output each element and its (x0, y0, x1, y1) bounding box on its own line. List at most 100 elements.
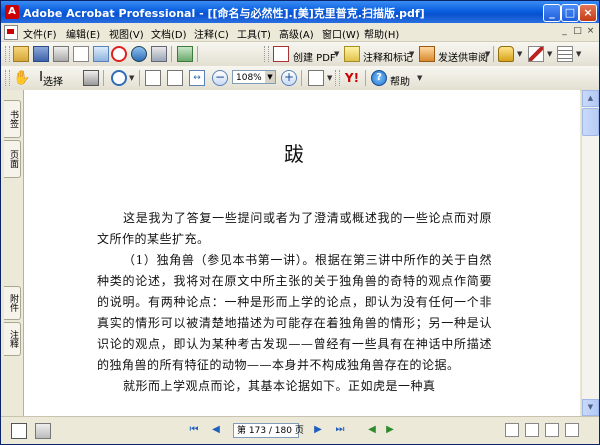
snapshot-camera-icon[interactable] (83, 70, 99, 86)
send-review-dropdown-icon[interactable]: ▼ (485, 50, 490, 58)
zoom-level-value: 108% (236, 73, 262, 83)
page-number-field[interactable]: 第 173 / 180 页 (233, 423, 304, 438)
comment-markup-dropdown-icon[interactable]: ▼ (409, 50, 414, 58)
fit-width-icon[interactable]: ↔ (189, 70, 205, 86)
paragraph-1: 这是我为了答复一些提问或者为了澄清或概述我的一些论点而对原文所作的某些扩充。 (97, 211, 492, 246)
zoom-level-field[interactable]: 108% ▼ (232, 70, 276, 84)
toolbar-grip[interactable] (335, 70, 340, 86)
file-toolbar: 创建 PDF ▼ 注释和标记 ▼ 发送供审阅 ▼ ▼ ▼ ▼ (1, 42, 599, 67)
save-icon[interactable] (33, 46, 49, 62)
print-icon[interactable] (53, 46, 69, 62)
pdf-page[interactable]: 跋 这是我为了答复一些提问或者为了澄清或概述我的一些论点而对原文所作的某些扩充。… (24, 90, 580, 416)
comment-markup-icon[interactable] (344, 46, 360, 62)
open-folder-icon[interactable] (13, 46, 29, 62)
zoom-in-icon[interactable]: + (281, 70, 297, 86)
scroll-thumb[interactable] (582, 108, 599, 136)
document-viewport[interactable]: 跋 这是我为了答复一些提问或者为了澄清或概述我的一些论点而对原文所作的某些扩充。… (24, 90, 580, 416)
rotate-view-icon[interactable] (308, 70, 324, 86)
secure-lock-icon[interactable] (498, 46, 514, 62)
email-icon[interactable] (73, 46, 89, 62)
doc-minimize-button[interactable]: _ (559, 26, 570, 37)
tab-attachments[interactable]: 附件 (4, 286, 21, 320)
document-icon[interactable] (4, 25, 18, 40)
tab-bookmarks[interactable]: 书签 (4, 100, 21, 138)
page-layout-icon[interactable] (35, 423, 51, 439)
facing-layout-button[interactable] (545, 423, 559, 437)
acrobat-app-icon[interactable]: A (5, 5, 19, 19)
task-icon[interactable] (177, 46, 193, 62)
menu-file[interactable]: 文件(F) (23, 26, 57, 41)
navigation-toolbar: ✋ I 选择 ▼ ↔ − 108% ▼ + ▼ Y! ? 帮助 ▼ (1, 66, 599, 91)
paragraph-3: 就形而上学观点而论，其基本论据如下。正如虎是一种真 (123, 379, 436, 393)
vertical-scrollbar[interactable]: ▲ ▼ (581, 90, 599, 416)
toolbar-separator (171, 46, 172, 62)
search-icon[interactable] (111, 46, 127, 62)
doc-close-button[interactable]: × (585, 26, 596, 37)
close-button[interactable]: × (579, 4, 597, 22)
select-tool-button[interactable]: 选择 (43, 73, 63, 88)
doc-restore-button[interactable]: □ (572, 26, 583, 37)
help-question-icon[interactable]: ? (371, 70, 387, 86)
maximize-button[interactable]: □ (561, 4, 579, 22)
menu-comment[interactable]: 注释(C) (194, 26, 229, 41)
secure-dropdown-icon[interactable]: ▼ (517, 50, 522, 58)
page-heading: 跋 (284, 142, 304, 166)
previous-view-icon[interactable]: ◀ (365, 423, 379, 437)
rotate-dropdown-icon[interactable]: ▼ (327, 74, 332, 82)
navigation-pane: 书签 页面 附件 注释 (1, 90, 24, 416)
continuous-facing-layout-button[interactable] (565, 423, 579, 437)
status-bar: ⏮ ◀ 第 173 / 180 页 ▶ ⏭ ◀ ▶ (1, 416, 599, 444)
organizer-icon[interactable] (93, 46, 109, 62)
zoom-dropdown-icon[interactable]: ▼ (265, 71, 275, 83)
menu-window[interactable]: 窗口(W) (322, 26, 360, 41)
help-dropdown-icon[interactable]: ▼ (417, 74, 422, 82)
sign-dropdown-icon[interactable]: ▼ (547, 50, 552, 58)
menu-help[interactable]: 帮助(H) (364, 26, 399, 41)
window-title: Adobe Acrobat Professional - [[命名与必然性].[… (23, 7, 425, 20)
toolbar-grip[interactable] (5, 70, 10, 86)
help-button[interactable]: 帮助 (390, 73, 410, 88)
yahoo-search-icon[interactable]: Y! (344, 70, 360, 86)
create-pdf-button[interactable]: 创建 PDF (293, 49, 336, 64)
forms-icon[interactable] (557, 46, 573, 62)
menu-edit[interactable]: 编辑(E) (66, 26, 100, 41)
actual-size-icon[interactable] (145, 70, 161, 86)
create-pdf-icon[interactable] (273, 46, 289, 62)
create-pdf-dropdown-icon[interactable]: ▼ (334, 50, 339, 58)
send-review-button[interactable]: 发送供审阅 (438, 49, 488, 64)
menu-view[interactable]: 视图(V) (109, 26, 144, 41)
single-page-layout-button[interactable] (505, 423, 519, 437)
last-page-button[interactable]: ⏭ (333, 423, 347, 437)
toolbar-separator (493, 46, 494, 62)
tab-pages[interactable]: 页面 (4, 140, 21, 178)
zoom-out-icon[interactable]: − (212, 70, 228, 86)
acrobat-online-icon[interactable] (131, 46, 147, 62)
menu-document[interactable]: 文档(D) (151, 26, 187, 41)
toolbar-grip[interactable] (264, 46, 269, 62)
menu-advanced[interactable]: 高级(A) (279, 26, 314, 41)
camera-icon[interactable] (151, 46, 167, 62)
first-page-button[interactable]: ⏮ (187, 423, 201, 437)
page-thumbnail-icon[interactable] (11, 423, 27, 439)
minimize-button[interactable]: _ (543, 4, 561, 22)
title-bar[interactable]: A Adobe Acrobat Professional - [[命名与必然性]… (1, 1, 599, 23)
previous-page-button[interactable]: ◀ (209, 423, 223, 437)
toolbar-grip[interactable] (5, 46, 10, 62)
acrobat-window: A Adobe Acrobat Professional - [[命名与必然性]… (0, 0, 600, 445)
comment-markup-button[interactable]: 注释和标记 (363, 49, 413, 64)
send-review-icon[interactable] (419, 46, 435, 62)
continuous-layout-button[interactable] (525, 423, 539, 437)
tab-comments[interactable]: 注释 (4, 322, 21, 356)
forms-dropdown-icon[interactable]: ▼ (576, 50, 581, 58)
sign-pen-icon[interactable] (528, 46, 544, 62)
menu-tools[interactable]: 工具(T) (237, 26, 271, 41)
fit-page-icon[interactable] (167, 70, 183, 86)
next-view-icon[interactable]: ▶ (383, 423, 397, 437)
zoom-tool-dropdown-icon[interactable]: ▼ (129, 74, 134, 82)
zoom-in-magnifier-icon[interactable] (111, 70, 127, 86)
next-page-button[interactable]: ▶ (311, 423, 325, 437)
scroll-down-button[interactable]: ▼ (582, 399, 599, 416)
hand-tool-icon[interactable]: ✋ (13, 70, 30, 86)
scroll-up-button[interactable]: ▲ (582, 90, 599, 107)
toolbar-separator (197, 46, 198, 62)
